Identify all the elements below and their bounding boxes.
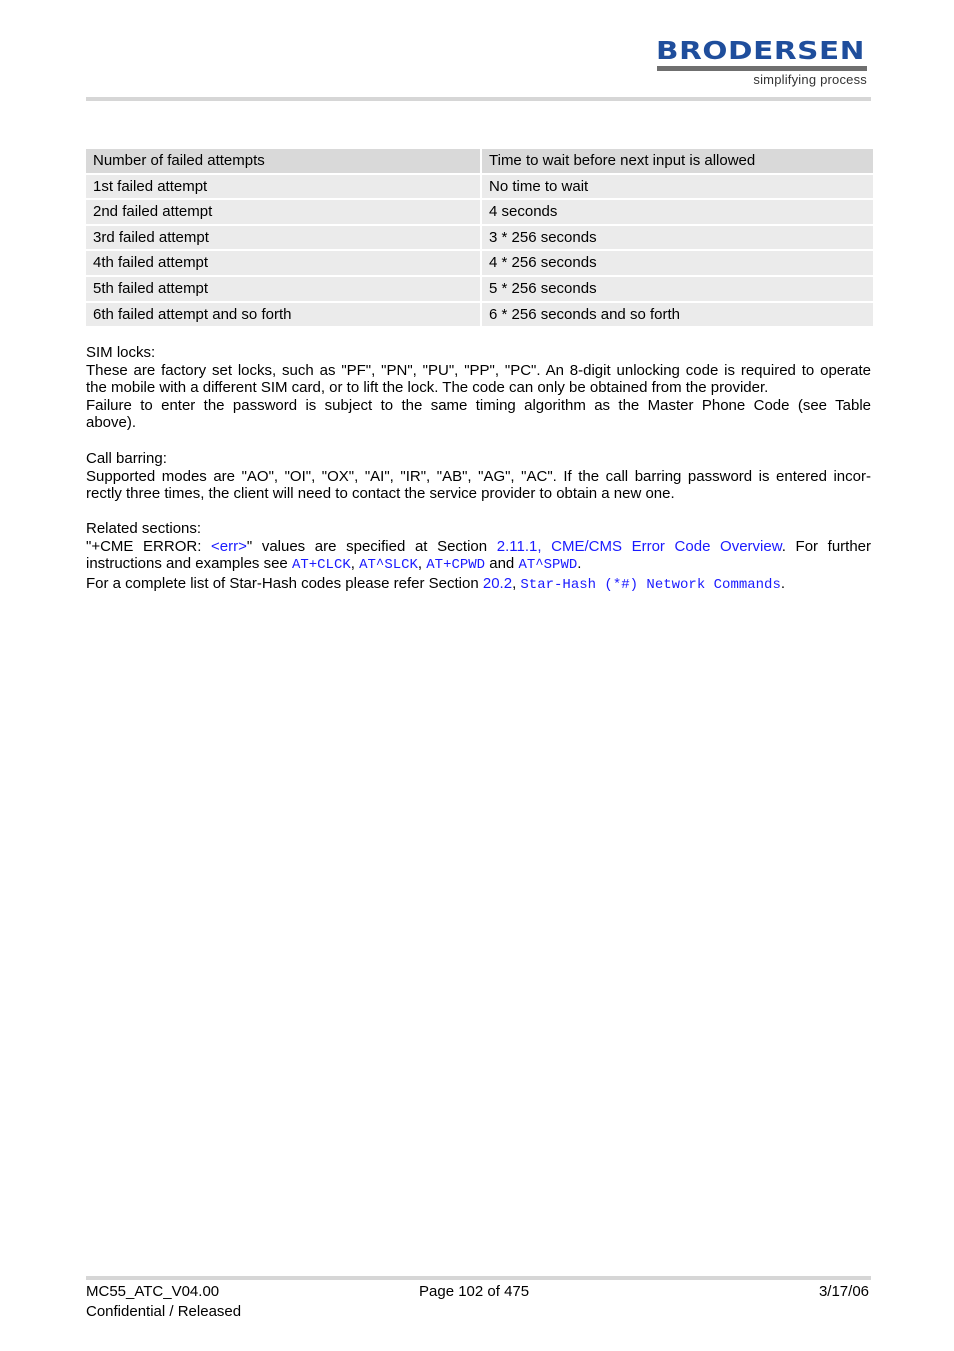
footer-date: 3/17/06 bbox=[818, 1283, 869, 1300]
text: " values are specified at Section bbox=[246, 537, 497, 555]
text: instructions and examples see bbox=[86, 555, 292, 573]
sim-locks-line: above). bbox=[86, 414, 137, 432]
logo-tagline: simplifying process bbox=[753, 72, 867, 87]
table-cell: 6 * 256 seconds and so forth bbox=[482, 302, 873, 327]
header-divider bbox=[86, 97, 871, 101]
table-row: 2nd failed attempt 4 seconds bbox=[86, 200, 873, 224]
table-cell: 4 * 256 seconds bbox=[482, 251, 873, 275]
table-row: 5th failed attempt 5 * 256 seconds bbox=[86, 276, 873, 301]
table-cell: 1st failed attempt bbox=[86, 174, 482, 199]
err-link[interactable]: <err> bbox=[211, 538, 247, 555]
table-header-cell: Number of failed attempts bbox=[86, 149, 482, 173]
text: , bbox=[417, 555, 427, 573]
related-line: "+CME ERROR: <err>" values are specified… bbox=[86, 538, 871, 556]
failed-attempts-table: Number of failed attempts Time to wait b… bbox=[86, 147, 873, 328]
brodersen-logo: BRODERSEN simplifying process bbox=[655, 38, 869, 90]
at-cpwd-link[interactable]: AT+CPWD bbox=[426, 557, 485, 573]
table-cell: No time to wait bbox=[482, 174, 873, 199]
table-cell: 5 * 256 seconds bbox=[482, 276, 873, 301]
text: . bbox=[780, 574, 786, 592]
related-sections: Related sections: "+CME ERROR: <err>" va… bbox=[86, 520, 871, 594]
text: For a complete list of Star-Hash codes p… bbox=[86, 574, 483, 592]
table-row: 3rd failed attempt 3 * 256 seconds bbox=[86, 225, 873, 250]
sim-locks-section: SIM locks: These are factory set locks, … bbox=[86, 344, 871, 432]
text: and bbox=[485, 555, 519, 573]
call-barring-title: Call barring: bbox=[86, 450, 167, 467]
table-cell: 4 seconds bbox=[482, 200, 873, 224]
related-line: For a complete list of Star-Hash codes p… bbox=[86, 575, 871, 595]
table-cell: 2nd failed attempt bbox=[86, 200, 482, 224]
table-cell: 3rd failed attempt bbox=[86, 225, 482, 250]
text: "+CME ERROR: bbox=[86, 537, 212, 555]
text: . bbox=[577, 555, 582, 573]
section-2-11-1-link[interactable]: 2.11.1, CME/CMS Error Code Overview bbox=[497, 538, 782, 555]
footer-page-number: Page 102 of 475 bbox=[419, 1283, 530, 1300]
logo-brand: BRODERSEN bbox=[656, 36, 866, 65]
section-20-2-link[interactable]: 20.2 bbox=[483, 575, 512, 592]
table-cell: 3 * 256 seconds bbox=[482, 225, 873, 250]
sim-locks-line: the mobile with a different SIM card, or… bbox=[86, 379, 769, 397]
related-line: instructions and examples see AT+CLCK, A… bbox=[86, 555, 871, 575]
table-header-cell: Time to wait before next input is allowe… bbox=[482, 149, 873, 173]
table-row: 6th failed attempt and so forth 6 * 256 … bbox=[86, 302, 873, 327]
table-cell: 5th failed attempt bbox=[86, 276, 482, 301]
related-title: Related sections: bbox=[86, 520, 202, 537]
call-barring-line: Supported modes are "AO", "OI", "OX", "A… bbox=[86, 467, 871, 485]
footer-divider bbox=[86, 1276, 871, 1280]
at-spwd-link[interactable]: AT^SPWD bbox=[518, 557, 577, 573]
table-cell: 4th failed attempt bbox=[86, 251, 482, 275]
logo-bar bbox=[657, 66, 867, 71]
footer-status: Confidential / Released bbox=[86, 1303, 242, 1320]
call-barring-line: rectly three times, the client will need… bbox=[86, 485, 675, 503]
sim-locks-line: These are factory set locks, such as "PF… bbox=[86, 361, 871, 379]
text: , bbox=[350, 555, 360, 573]
call-barring-section: Call barring: Supported modes are "AO", … bbox=[86, 450, 871, 503]
sim-locks-line: Failure to enter the password is subject… bbox=[86, 396, 871, 414]
at-clck-link[interactable]: AT+CLCK bbox=[292, 557, 351, 573]
table-header-row: Number of failed attempts Time to wait b… bbox=[86, 149, 873, 173]
text: . For further bbox=[781, 537, 872, 555]
footer-doc-id: MC55_ATC_V04.00 bbox=[86, 1283, 220, 1300]
star-hash-commands-link[interactable]: Star-Hash (*#) Network Commands bbox=[520, 577, 780, 593]
table-row: 4th failed attempt 4 * 256 seconds bbox=[86, 251, 873, 275]
at-slck-link[interactable]: AT^SLCK bbox=[359, 557, 418, 573]
table-cell: 6th failed attempt and so forth bbox=[86, 302, 482, 327]
sim-locks-title: SIM locks: bbox=[86, 344, 156, 361]
table-row: 1st failed attempt No time to wait bbox=[86, 174, 873, 199]
